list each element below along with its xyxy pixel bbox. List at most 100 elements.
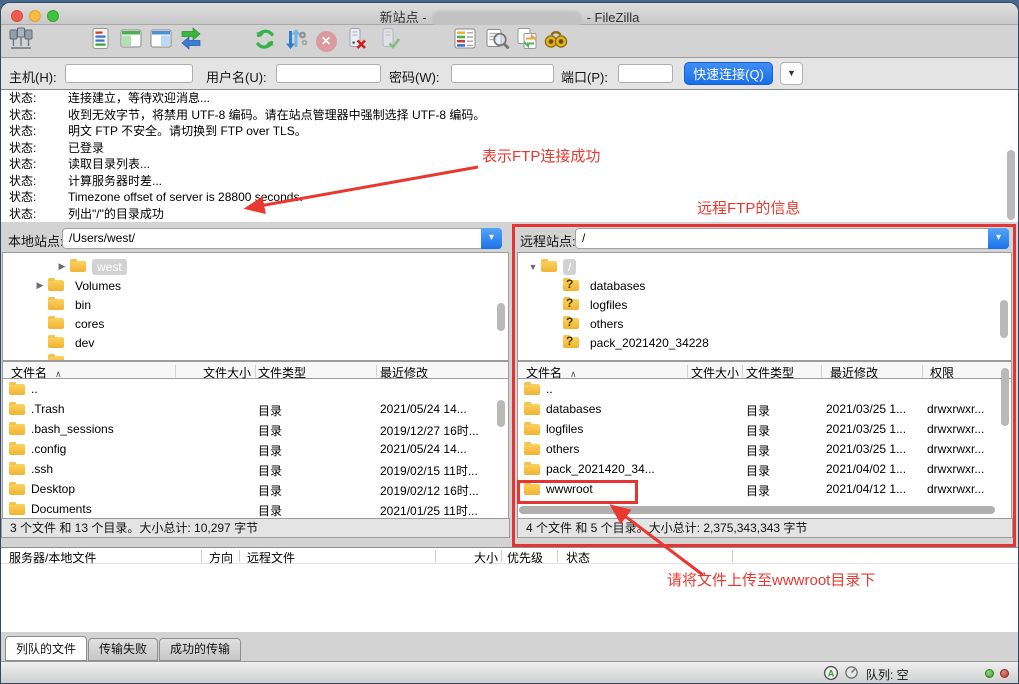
- local-tree: ▶west▶Volumesbincores dev: [2, 252, 509, 361]
- file-row[interactable]: others目录2021/03/25 1...drwxrwxr...: [518, 439, 1011, 459]
- toggle-local-tree-button[interactable]: [117, 27, 145, 55]
- toggle-transfer-queue-button[interactable]: [177, 27, 205, 55]
- remote-list-scrollbar[interactable]: [1001, 368, 1009, 426]
- file-type: 目录: [258, 482, 282, 499]
- chevron-down-icon[interactable]: ▾: [481, 228, 502, 249]
- file-row[interactable]: logfiles目录2021/03/25 1...drwxrwxr...: [518, 419, 1011, 439]
- file-row[interactable]: .bash_sessions目录2019/12/27 16时...: [3, 419, 508, 439]
- tree-item[interactable]: ▶west: [54, 257, 508, 276]
- queue-column-header[interactable]: 大小: [435, 549, 498, 566]
- tree-item[interactable]: ▶Volumes: [32, 276, 508, 295]
- file-row-wwwroot[interactable]: wwwroot目录2021/04/12 1...drwxrwxr...: [518, 479, 1011, 499]
- column-divider[interactable]: [239, 550, 240, 562]
- queue-column-header[interactable]: 优先级: [507, 549, 543, 566]
- disconnect-icon: [344, 26, 370, 57]
- file-row[interactable]: ..: [3, 379, 508, 399]
- queue-column-header[interactable]: 状态: [566, 549, 590, 566]
- tree-item[interactable]: pack_2021420_34228: [547, 333, 1011, 352]
- process-queue-button[interactable]: [282, 27, 310, 55]
- file-permissions: drwxrwxr...: [927, 462, 984, 476]
- column-divider[interactable]: [687, 365, 688, 377]
- folder-icon: [9, 444, 25, 455]
- reconnect-button[interactable]: [376, 27, 404, 55]
- file-row[interactable]: .Trash目录2021/05/24 14...: [3, 399, 508, 419]
- tree-item[interactable]: logfiles: [547, 295, 1011, 314]
- speed-dial-icon[interactable]: [844, 665, 859, 684]
- password-input[interactable]: [451, 64, 554, 83]
- column-divider[interactable]: [435, 550, 436, 562]
- toggle-message-log-button[interactable]: [87, 27, 115, 55]
- file-row[interactable]: .config目录2021/05/24 14...: [3, 439, 508, 459]
- chevron-down-icon[interactable]: ▾: [988, 228, 1009, 249]
- queue-column-header[interactable]: 远程文件: [247, 549, 295, 566]
- column-divider[interactable]: [376, 365, 377, 377]
- directory-comparison-button[interactable]: [483, 27, 511, 55]
- toggle-remote-tree-button[interactable]: [147, 27, 175, 55]
- file-row[interactable]: ..: [518, 379, 1011, 399]
- tree-item[interactable]: bin: [32, 295, 508, 314]
- log-status-label: 状态:: [1, 107, 68, 124]
- collapse-arrow-icon[interactable]: ▼: [525, 262, 541, 272]
- titlebar: 新站点 -- FileZilla: [1, 3, 1018, 25]
- local-list-scrollbar[interactable]: [497, 400, 505, 427]
- queue-column-header[interactable]: 方向: [209, 549, 233, 566]
- queue-tab[interactable]: 成功的传输: [159, 638, 241, 661]
- column-divider[interactable]: [175, 365, 176, 377]
- local-tree-scrollbar[interactable]: [497, 303, 505, 331]
- host-input[interactable]: [65, 64, 193, 83]
- cancel-operation-button[interactable]: ✕: [312, 27, 340, 55]
- file-row[interactable]: databases目录2021/03/25 1...drwxrwxr...: [518, 399, 1011, 419]
- log-line: 状态:收到无效字节，将禁用 UTF-8 编码。请在站点管理器中强制选择 UTF-…: [1, 107, 1018, 124]
- local-site-combo[interactable]: /Users/west/ ▾: [62, 228, 502, 249]
- log-status-label: 状态:: [1, 206, 68, 223]
- column-divider[interactable]: [821, 365, 822, 377]
- disconnect-button[interactable]: [343, 27, 371, 55]
- column-divider[interactable]: [742, 365, 743, 377]
- file-name: .config: [31, 442, 66, 456]
- tree-item[interactable]: others: [547, 314, 1011, 333]
- column-divider[interactable]: [501, 550, 502, 562]
- file-modified: 2021/05/24 14...: [380, 402, 467, 416]
- file-row[interactable]: Desktop目录2019/02/12 16时...: [3, 479, 508, 499]
- remote-list-hscrollbar[interactable]: [519, 506, 995, 514]
- queue-column-header[interactable]: 服务器/本地文件: [9, 549, 96, 566]
- remote-tree-scrollbar[interactable]: [1000, 300, 1008, 338]
- log-line: 状态:Timezone offset of server is 28800 se…: [1, 189, 1018, 206]
- tree-item-label: dev: [70, 335, 99, 351]
- queue-tab[interactable]: 列队的文件: [5, 636, 87, 661]
- column-divider[interactable]: [732, 550, 733, 562]
- tree-item[interactable]: dev: [32, 333, 508, 352]
- quickconnect-dropdown-button[interactable]: ▼: [780, 62, 803, 85]
- username-input[interactable]: [276, 64, 381, 83]
- file-row[interactable]: Documents目录2021/01/25 11时...: [3, 499, 508, 518]
- column-divider[interactable]: [255, 365, 256, 377]
- queue-tab[interactable]: 传输失败: [88, 638, 158, 661]
- find-files-button[interactable]: [542, 27, 570, 55]
- site-manager-button[interactable]: [7, 27, 35, 55]
- quickconnect-button[interactable]: 快速连接(Q): [684, 62, 773, 85]
- file-type: 目录: [746, 482, 770, 499]
- tree-item[interactable]: cores: [32, 314, 508, 333]
- transfer-queue-icon: [178, 26, 204, 57]
- tree-item[interactable]: ▼/: [525, 257, 1011, 276]
- port-input[interactable]: [618, 64, 673, 83]
- speed-limit-auto-icon[interactable]: A: [823, 665, 839, 684]
- tree-item[interactable]: databases: [547, 276, 1011, 295]
- expand-arrow-icon[interactable]: ▶: [32, 280, 48, 291]
- binoculars-icon: [543, 26, 569, 57]
- expand-arrow-icon[interactable]: ▶: [54, 261, 70, 272]
- column-divider[interactable]: [922, 365, 923, 377]
- file-row[interactable]: pack_2021420_34...目录2021/04/02 1...drwxr…: [518, 459, 1011, 479]
- directory-listing-filters-button[interactable]: [451, 27, 479, 55]
- refresh-button[interactable]: [251, 27, 279, 55]
- column-divider[interactable]: [201, 550, 202, 562]
- column-divider[interactable]: [557, 550, 558, 562]
- synchronized-browsing-button[interactable]: [513, 27, 541, 55]
- file-type: 目录: [258, 422, 282, 439]
- file-row[interactable]: .ssh目录2019/02/15 11时...: [3, 459, 508, 479]
- remote-status-text: 4 个文件 和 5 个目录。大小总计: 2,375,343,343 字节: [517, 518, 1013, 538]
- folder-icon: [524, 444, 540, 455]
- remote-site-combo[interactable]: / ▾: [575, 228, 1009, 249]
- log-message: 计算服务器时差...: [68, 173, 162, 190]
- log-scrollbar[interactable]: [1007, 150, 1015, 220]
